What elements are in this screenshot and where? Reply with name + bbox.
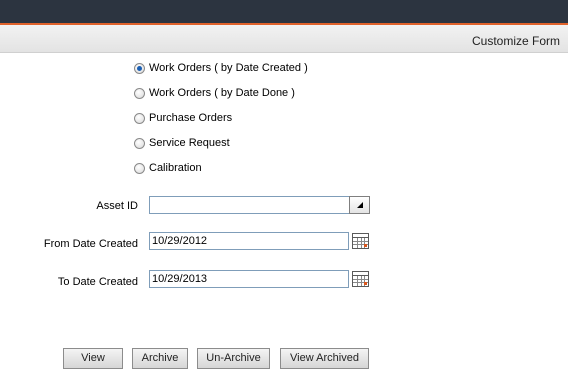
radio-purchase-orders[interactable]: Purchase Orders bbox=[134, 110, 232, 126]
archive-button[interactable]: Archive bbox=[132, 348, 188, 369]
to-date-label: To Date Created bbox=[57, 276, 138, 288]
radio-work-orders-date-created[interactable]: Work Orders ( by Date Created ) bbox=[134, 60, 308, 76]
radio-button[interactable] bbox=[134, 162, 145, 174]
radio-work-orders-date-done[interactable]: Work Orders ( by Date Done ) bbox=[134, 85, 295, 101]
radio-label: Work Orders ( by Date Done ) bbox=[149, 87, 295, 99]
top-bar bbox=[0, 0, 568, 25]
from-date-label: From Date Created bbox=[43, 238, 138, 250]
view-button[interactable]: View bbox=[63, 348, 123, 369]
from-date-input[interactable] bbox=[149, 232, 349, 250]
radio-button-selected[interactable] bbox=[134, 62, 145, 74]
radio-calibration[interactable]: Calibration bbox=[134, 160, 202, 176]
asset-id-input[interactable] bbox=[149, 196, 350, 214]
radio-button[interactable] bbox=[134, 87, 145, 99]
unarchive-button[interactable]: Un-Archive bbox=[197, 348, 270, 369]
page-title: Customize Form bbox=[471, 34, 560, 48]
calendar-icon[interactable] bbox=[352, 271, 369, 287]
radio-label: Work Orders ( by Date Created ) bbox=[149, 62, 308, 74]
to-date-input[interactable] bbox=[149, 270, 349, 288]
view-archived-button[interactable]: View Archived bbox=[280, 348, 369, 369]
dropdown-arrow-icon[interactable] bbox=[349, 196, 370, 214]
radio-button[interactable] bbox=[134, 112, 145, 124]
radio-label: Service Request bbox=[149, 137, 230, 149]
radio-label: Purchase Orders bbox=[149, 112, 233, 124]
calendar-icon[interactable] bbox=[352, 233, 369, 249]
asset-id-label: Asset ID bbox=[96, 200, 138, 212]
radio-button[interactable] bbox=[134, 137, 145, 149]
header-bar: Customize Form bbox=[0, 25, 568, 53]
radio-label: Calibration bbox=[149, 162, 202, 174]
radio-service-request[interactable]: Service Request bbox=[134, 135, 230, 151]
